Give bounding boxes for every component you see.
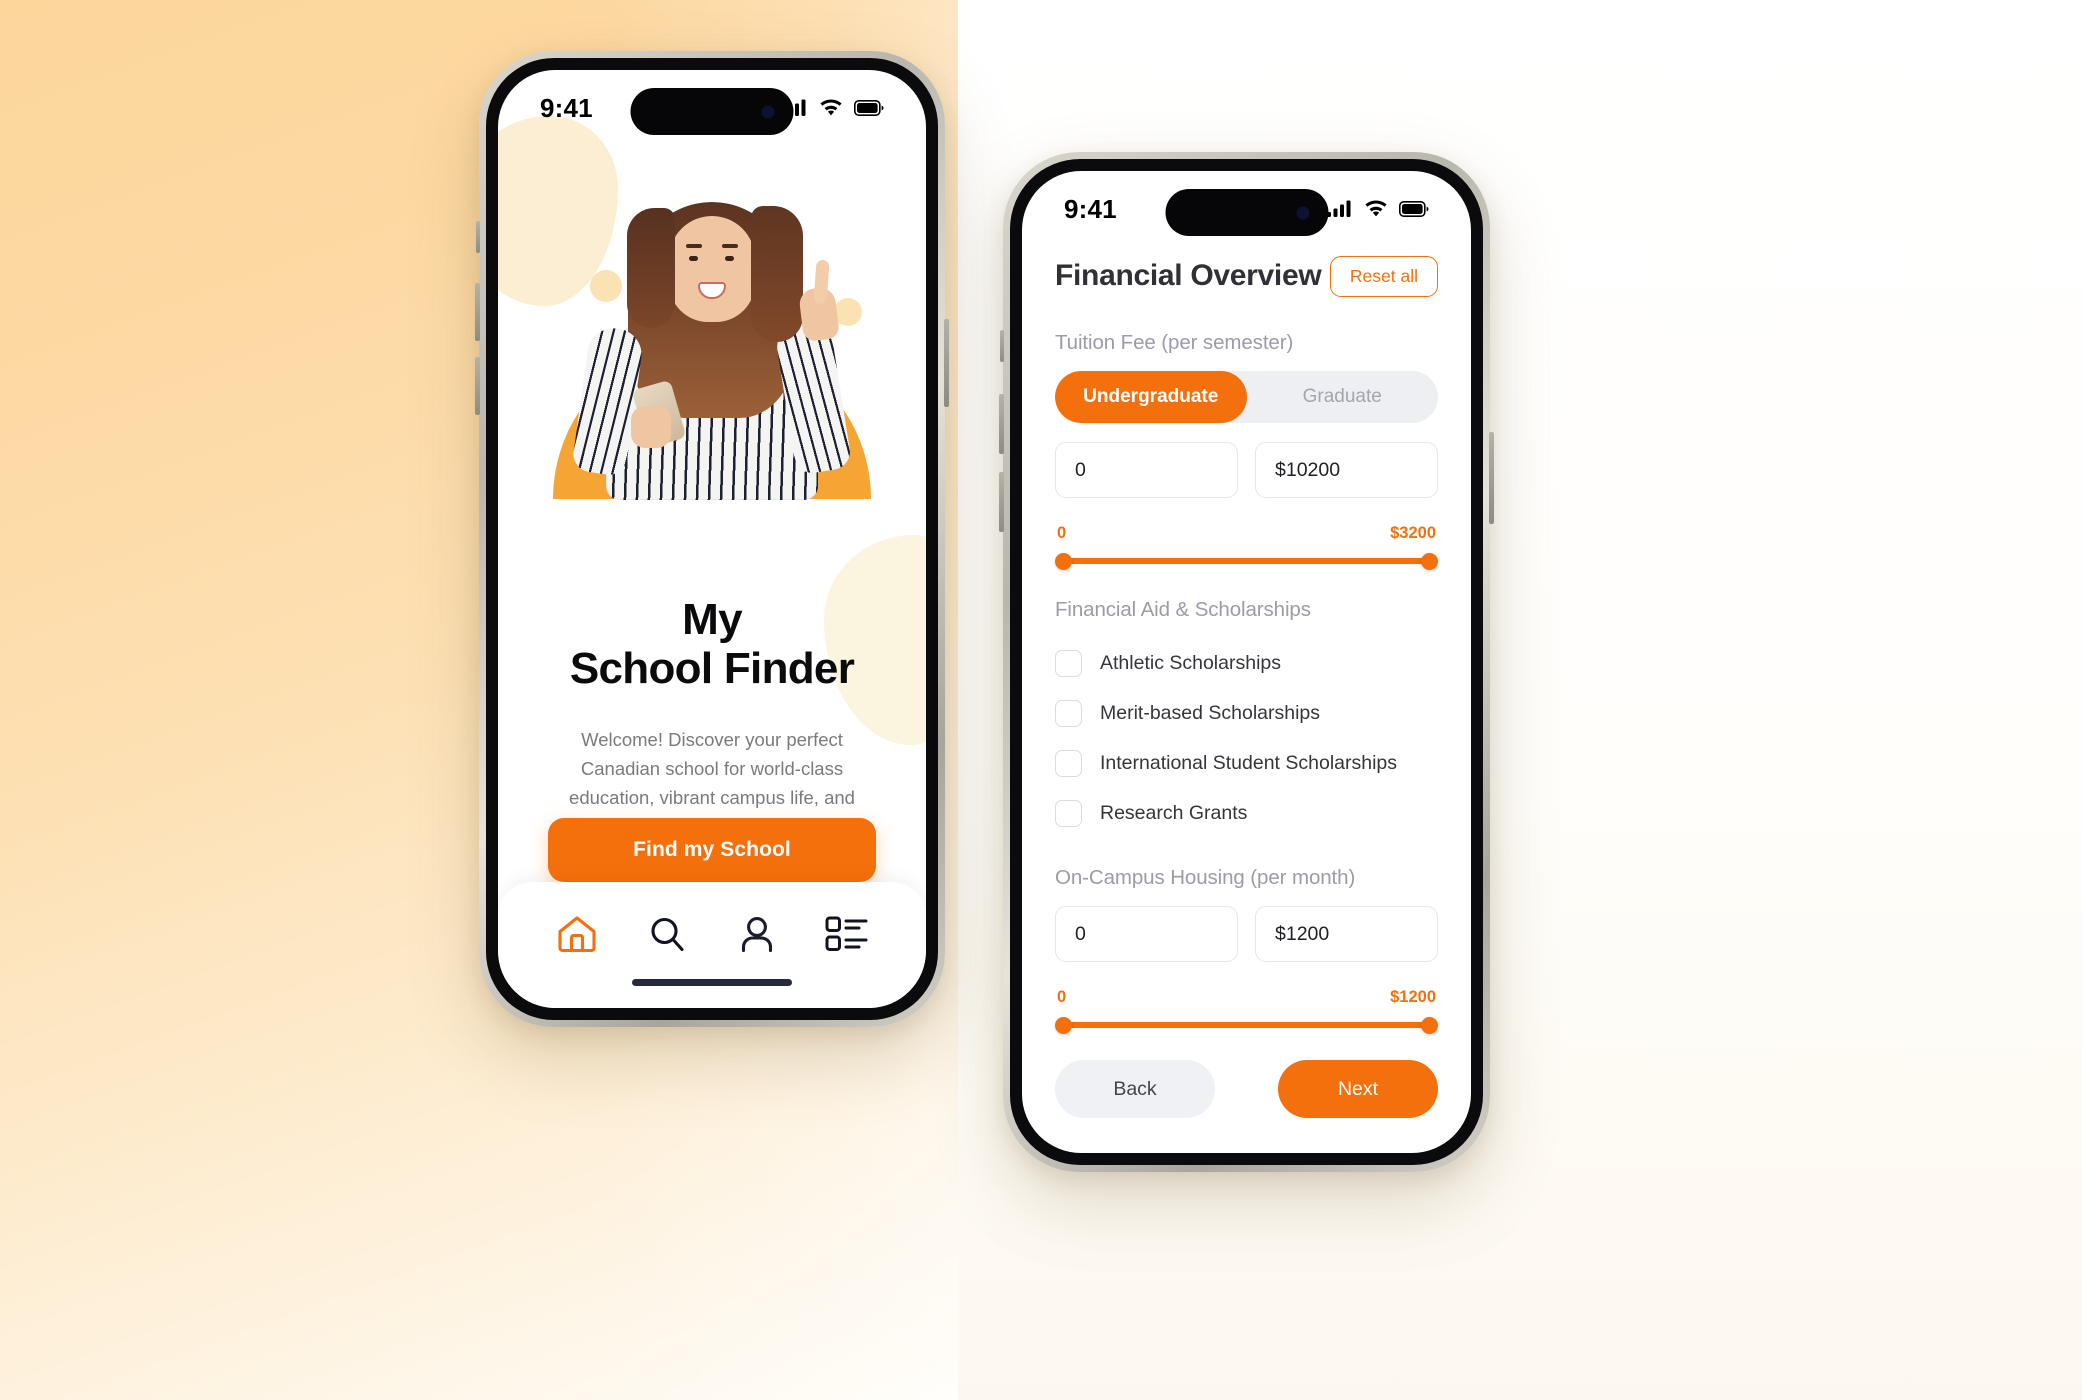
battery-full-icon [854,100,884,116]
housing-range-slider[interactable] [1055,1016,1438,1034]
tuition-level-segmented-control: Undergraduate Graduate [1055,371,1438,423]
phone-bezel: 9:41 My School Finder Welcome! Discover … [486,58,938,1020]
checkbox-label-merit: Merit-based Scholarships [1100,701,1321,724]
app-title-line-2: School Finder [569,644,855,694]
tab-list[interactable] [818,908,876,960]
financial-header: Financial Overview Reset all [1055,249,1438,303]
housing-slider-block: 0 $1200 [1055,988,1438,1034]
tuition-slider-min-label: 0 [1057,524,1067,542]
bottom-tab-bar [498,882,926,1008]
tuition-max-input[interactable]: $10200 [1255,442,1438,498]
phone-volume-up-button[interactable] [475,283,480,341]
home-indicator [632,979,792,986]
housing-slider-max-label: $1200 [1390,988,1436,1006]
housing-min-input[interactable]: 0 [1055,906,1238,962]
signal-bars-icon [1327,200,1351,217]
checkbox-international[interactable] [1055,749,1082,777]
tuition-slider-thumb-max[interactable] [1421,552,1438,570]
hero-illustration [498,148,926,608]
phone-volume-down-button-2[interactable] [999,472,1004,532]
segment-undergraduate[interactable]: Undergraduate [1055,371,1247,423]
phone-bezel-2: 9:41 Financial Overview Reset all Tuitio… [1010,159,1483,1165]
tab-home[interactable] [548,908,606,960]
phone-power-button[interactable] [944,319,949,407]
tuition-slider-scale: 0 $3200 [1055,524,1438,543]
segment-graduate[interactable]: Graduate [1247,371,1439,423]
housing-section-label: On-Campus Housing (per month) [1055,866,1356,889]
tuition-slider-block: 0 $3200 [1055,524,1438,570]
phone-power-button-2[interactable] [1489,432,1494,524]
phone-mockup-financial: 9:41 Financial Overview Reset all Tuitio… [999,152,1494,1172]
search-icon [651,917,684,952]
housing-slider-thumb-max[interactable] [1421,1016,1438,1034]
status-bar-time: 9:41 [540,92,593,123]
housing-slider-min-label: 0 [1057,988,1067,1006]
housing-slider-rail [1063,1022,1430,1028]
tuition-slider-rail [1063,558,1430,564]
checkbox-label-research: Research Grants [1100,801,1248,824]
battery-full-icon [1399,201,1429,217]
tuition-section-label: Tuition Fee (per semester) [1055,331,1294,354]
next-button[interactable]: Next [1278,1060,1438,1118]
checkbox-row-international[interactable]: International Student Scholarships [1055,738,1438,788]
checkbox-row-research[interactable]: Research Grants [1055,788,1438,838]
tab-profile[interactable] [728,908,786,960]
checkbox-row-athletic[interactable]: Athletic Scholarships [1055,638,1438,688]
find-my-school-button[interactable]: Find my School [548,818,876,882]
phone-mute-button[interactable] [476,221,480,253]
front-camera-icon [761,105,775,118]
checkbox-merit[interactable] [1055,699,1082,727]
housing-max-input[interactable]: $1200 [1255,906,1438,962]
housing-range-fields: 0 $1200 [1055,906,1438,962]
onboarding-title-block: My School Finder Welcome! Discover your … [498,595,926,841]
status-bar-time-2: 9:41 [1064,193,1117,224]
tab-search[interactable] [638,908,696,960]
financial-overview-content: Financial Overview Reset all Tuition Fee… [1022,249,1471,1153]
user-icon [741,917,773,953]
hero-person-image [547,170,877,500]
wizard-footer: Back Next [1055,1060,1438,1128]
tuition-range-fields: 0 $10200 [1055,442,1438,498]
cta-container: Find my School [548,818,876,882]
wifi-icon [1365,200,1387,217]
page-title: Financial Overview [1055,259,1322,292]
status-bar-indicators-2 [1327,200,1429,218]
wifi-icon [820,99,842,116]
list-icon [825,916,868,951]
checkbox-row-merit[interactable]: Merit-based Scholarships [1055,688,1438,738]
dynamic-island [630,88,794,135]
phone-mute-button-2[interactable] [1000,330,1004,362]
dynamic-island-2 [1165,189,1328,236]
aid-section-label: Financial Aid & Scholarships [1055,598,1311,621]
home-icon [558,916,596,953]
housing-slider-thumb-min[interactable] [1055,1016,1072,1034]
phone-volume-up-button-2[interactable] [999,394,1004,454]
housing-slider-scale: 0 $1200 [1055,988,1438,1007]
front-camera-icon-2 [1296,206,1309,219]
app-title-line-1: My [682,595,742,644]
scholarship-options-list: Athletic Scholarships Merit-based Schola… [1055,638,1438,838]
checkbox-label-international: International Student Scholarships [1100,751,1398,774]
phone-volume-down-button[interactable] [475,357,480,415]
status-bar-indicators [782,99,884,117]
tuition-slider-max-label: $3200 [1390,524,1436,542]
back-button[interactable]: Back [1055,1060,1215,1118]
tuition-min-input[interactable]: 0 [1055,442,1238,498]
reset-all-button[interactable]: Reset all [1329,255,1438,297]
checkbox-athletic[interactable] [1055,649,1082,677]
tuition-slider-thumb-min[interactable] [1055,552,1072,570]
screen-financial-overview: 9:41 Financial Overview Reset all Tuitio… [1022,171,1471,1153]
tuition-range-slider[interactable] [1055,552,1438,570]
screen-onboarding: 9:41 My School Finder Welcome! Discover … [498,70,926,1008]
checkbox-label-athletic: Athletic Scholarships [1100,651,1282,674]
checkbox-research[interactable] [1055,799,1082,827]
phone-mockup-onboarding: 9:41 My School Finder Welcome! Discover … [475,51,949,1027]
